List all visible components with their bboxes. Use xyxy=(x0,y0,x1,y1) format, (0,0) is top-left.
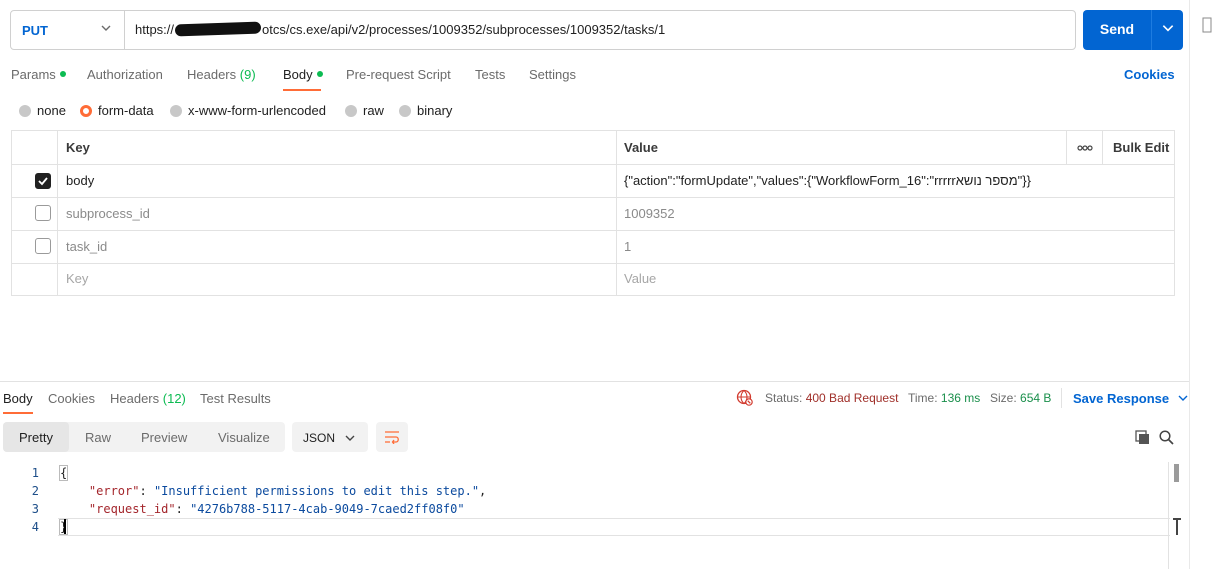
new-key-input[interactable]: Key xyxy=(66,271,88,286)
more-horizontal-icon[interactable] xyxy=(1077,145,1093,151)
format-select[interactable]: JSON xyxy=(292,422,368,452)
save-response-button[interactable]: Save Response xyxy=(1073,391,1189,406)
line-number: 2 xyxy=(31,484,39,498)
row-value[interactable]: 1009352 xyxy=(624,206,675,221)
row-value[interactable]: 1 xyxy=(624,239,631,254)
key-header: Key xyxy=(66,140,90,155)
chevron-down-icon[interactable] xyxy=(1161,21,1175,35)
view-raw[interactable]: Raw xyxy=(85,430,111,445)
new-value-input[interactable]: Value xyxy=(624,271,656,286)
radio-x-www-form-urlencoded[interactable]: x-www-form-urlencoded xyxy=(170,103,326,118)
size-readout[interactable]: Size: 654 B xyxy=(990,391,1051,405)
code-line[interactable]: { xyxy=(58,465,69,481)
globe-error-icon[interactable] xyxy=(736,389,753,406)
search-icon[interactable] xyxy=(1159,430,1174,445)
radio-form-data[interactable]: form-data xyxy=(80,103,154,118)
radio-raw[interactable]: raw xyxy=(345,103,384,118)
editor-scrollbar[interactable] xyxy=(1174,464,1179,482)
pane-divider[interactable] xyxy=(0,381,1190,382)
scroll-marker-icon xyxy=(1173,518,1181,535)
tab-authorization[interactable]: Authorization xyxy=(87,67,163,82)
row-checkbox[interactable] xyxy=(35,205,51,221)
value-header: Value xyxy=(624,140,658,155)
row-key[interactable]: subprocess_id xyxy=(66,206,150,221)
row-key[interactable]: body xyxy=(66,173,94,188)
request-bar: PUT https://otcs/cs.exe/api/v2/processes… xyxy=(10,10,1076,50)
active-tab-indicator xyxy=(283,89,321,91)
status-dot xyxy=(59,71,66,77)
row-checkbox[interactable] xyxy=(35,173,51,189)
time-readout[interactable]: Time: 136 ms xyxy=(908,391,980,405)
tab-headers[interactable]: Headers (9) xyxy=(187,67,256,82)
status-readout[interactable]: Status: 400 Bad Request xyxy=(765,391,898,405)
bulk-edit-button[interactable]: Bulk Edit xyxy=(1113,140,1169,155)
row-value[interactable]: {"action":"formUpdate","values":{"Workfl… xyxy=(624,173,1031,188)
tab-settings[interactable]: Settings xyxy=(529,67,576,82)
line-number: 4 xyxy=(31,520,39,534)
view-visualize[interactable]: Visualize xyxy=(218,430,270,445)
check-icon xyxy=(38,177,48,186)
method-value: PUT xyxy=(22,22,48,38)
send-button[interactable]: Send xyxy=(1083,10,1183,50)
wrap-lines-button[interactable] xyxy=(376,422,408,452)
status-dot xyxy=(316,71,323,77)
line-number: 3 xyxy=(31,502,39,516)
wrap-lines-icon xyxy=(385,431,399,444)
form-data-table: Key Value Bulk Edit body {"action":"form… xyxy=(11,130,1175,296)
tab-pre-request-script[interactable]: Pre-request Script xyxy=(346,67,451,82)
chevron-down-icon xyxy=(101,25,111,31)
url-input[interactable]: https://otcs/cs.exe/api/v2/processes/100… xyxy=(135,21,665,37)
row-checkbox[interactable] xyxy=(35,238,51,254)
tab-tests[interactable]: Tests xyxy=(475,67,505,82)
text-cursor xyxy=(64,519,66,534)
radio-none[interactable]: none xyxy=(19,103,66,118)
cookies-link[interactable]: Cookies xyxy=(1124,67,1175,82)
side-panel-icon[interactable] xyxy=(1202,16,1212,36)
code-line[interactable]: "request_id": "4276b788-5117-4cab-9049-7… xyxy=(60,502,465,516)
response-tab-cookies[interactable]: Cookies xyxy=(48,391,95,406)
row-key[interactable]: task_id xyxy=(66,239,107,254)
view-preview[interactable]: Preview xyxy=(141,430,187,445)
response-tab-headers[interactable]: Headers (12) xyxy=(110,391,186,406)
chevron-down-icon xyxy=(345,435,355,441)
copy-icon[interactable] xyxy=(1135,430,1150,445)
redaction-mark xyxy=(174,21,262,37)
active-tab-indicator xyxy=(3,412,33,414)
view-mode-selector: Pretty Raw Preview Visualize xyxy=(3,422,285,452)
tab-body[interactable]: Body xyxy=(283,67,323,82)
code-line[interactable]: "error": "Insufficient permissions to ed… xyxy=(60,484,486,498)
response-tab-test-results[interactable]: Test Results xyxy=(200,391,271,406)
line-number: 1 xyxy=(31,466,39,480)
response-tab-body[interactable]: Body xyxy=(3,391,33,406)
method-select[interactable]: PUT xyxy=(11,11,125,49)
tab-params[interactable]: Params xyxy=(11,67,66,82)
chevron-down-icon xyxy=(1178,395,1188,401)
view-pretty[interactable]: Pretty xyxy=(19,430,53,445)
radio-binary[interactable]: binary xyxy=(399,103,452,118)
